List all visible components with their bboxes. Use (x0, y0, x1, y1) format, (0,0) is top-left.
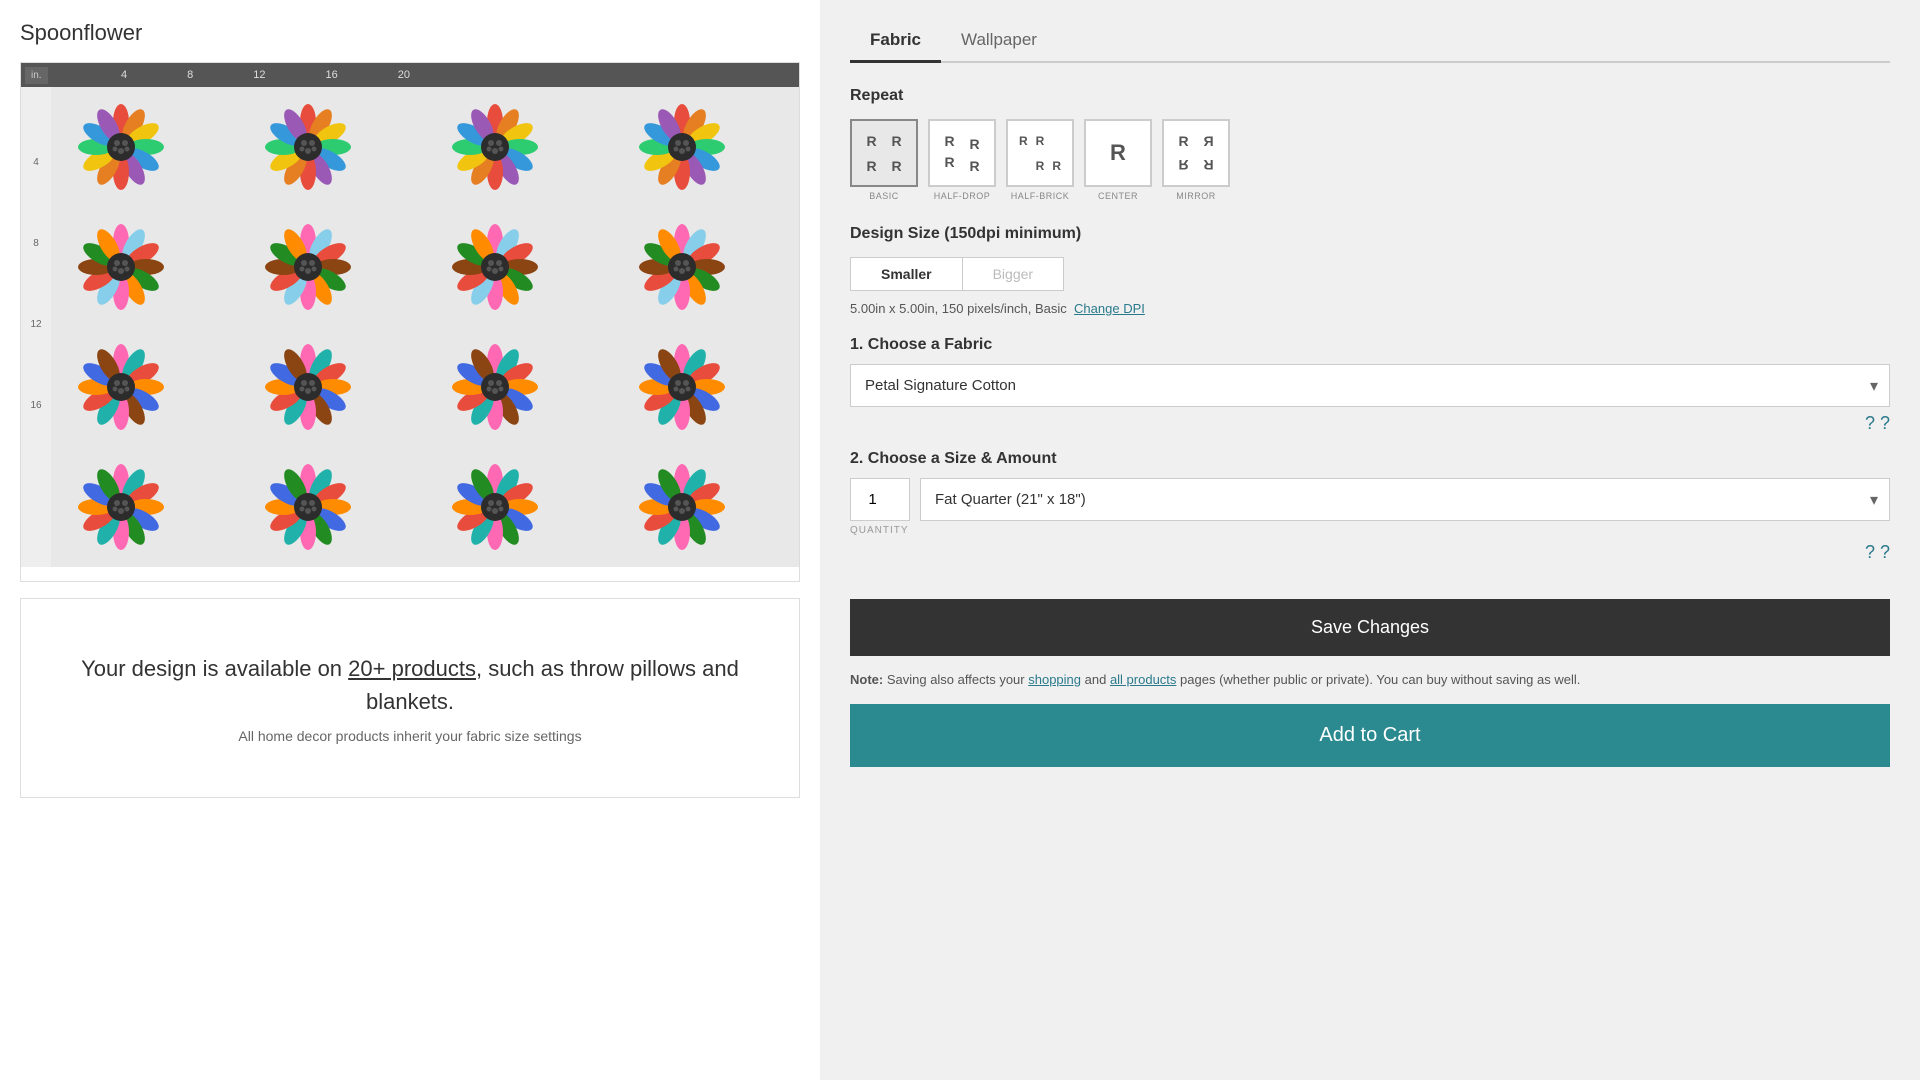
repeat-label-half-brick: HALF-BRICK (1011, 191, 1070, 201)
choose-fabric-section: 1. Choose a Fabric Petal Signature Cotto… (850, 336, 1890, 434)
fabric-cell (425, 327, 565, 447)
repeat-box-half-drop: R R R R (928, 119, 996, 187)
promo-sub-text: All home decor products inherit your fab… (238, 728, 581, 744)
fabric-cell (51, 87, 191, 207)
fabric-dropdown[interactable]: Petal Signature CottonKona CottonLinen C… (850, 364, 1890, 407)
size-buttons: Smaller Bigger (850, 257, 1890, 291)
repeat-label-center: CENTER (1098, 191, 1138, 201)
help-icon-1[interactable]: ? (1865, 413, 1875, 433)
shopping-link[interactable]: shopping (1028, 672, 1081, 687)
qty-size-row: Fat Quarter (21" x 18")1 Yard2 Yards3 Ya… (850, 478, 1890, 521)
fabric-grid (51, 87, 799, 567)
fabric-help-icons: ? ? (850, 413, 1890, 434)
fabric-cell (612, 87, 752, 207)
fabric-cell (238, 87, 378, 207)
ruler-left: 4 8 12 16 (21, 87, 51, 567)
fabric-cell (612, 207, 752, 327)
repeat-option-center[interactable]: R CENTER (1084, 119, 1152, 201)
all-products-link[interactable]: all products (1110, 672, 1176, 687)
ruler-top: in. 4 8 12 16 20 (21, 63, 799, 87)
size-dropdown[interactable]: Fat Quarter (21" x 18")1 Yard2 Yards3 Ya… (920, 478, 1890, 521)
add-to-cart-button[interactable]: Add to Cart (850, 704, 1890, 767)
repeat-label-mirror: MIRROR (1176, 191, 1216, 201)
right-panel: Fabric Wallpaper Repeat RRRR BASIC R R R… (820, 0, 1920, 1080)
fabric-cell (51, 447, 191, 567)
repeat-option-half-drop[interactable]: R R R R HALF-DROP (928, 119, 996, 201)
choose-fabric-title: 1. Choose a Fabric (850, 336, 1890, 354)
tab-fabric[interactable]: Fabric (850, 20, 941, 63)
choose-size-title: 2. Choose a Size & Amount (850, 450, 1890, 468)
repeat-option-basic[interactable]: RRRR BASIC (850, 119, 918, 201)
size-help-icon-2[interactable]: ? (1880, 542, 1890, 562)
tabs-container: Fabric Wallpaper (850, 20, 1890, 63)
promo-section: Your design is available on 20+ products… (20, 598, 800, 798)
products-link[interactable]: 20+ products (348, 656, 476, 681)
tab-wallpaper[interactable]: Wallpaper (941, 20, 1057, 63)
quantity-input[interactable] (850, 478, 910, 521)
repeat-box-half-brick: R R R R (1006, 119, 1074, 187)
canvas-content: 4 8 12 16 (21, 87, 799, 567)
design-size-section: Design Size (150dpi minimum) Smaller Big… (850, 225, 1890, 316)
fabric-cell (612, 327, 752, 447)
save-changes-button[interactable]: Save Changes (850, 599, 1890, 656)
fabric-preview-canvas: in. 4 8 12 16 20 4 8 12 16 (20, 62, 800, 582)
repeat-label-basic: BASIC (869, 191, 899, 201)
fabric-cell (238, 327, 378, 447)
choose-size-section: 2. Choose a Size & Amount Fat Quarter (2… (850, 450, 1890, 563)
size-help-icon-1[interactable]: ? (1865, 542, 1875, 562)
repeat-section: Repeat RRRR BASIC R R R R HALF-DROP (850, 87, 1890, 201)
note-text: Note: Saving also affects your shopping … (850, 670, 1890, 690)
repeat-box-mirror: R R R R (1162, 119, 1230, 187)
repeat-options: RRRR BASIC R R R R HALF-DROP (850, 119, 1890, 201)
size-help-icons: ? ? (850, 542, 1890, 563)
size-dropdown-wrapper: Fat Quarter (21" x 18")1 Yard2 Yards3 Ya… (920, 478, 1890, 521)
repeat-option-half-brick[interactable]: R R R R HALF-BRICK (1006, 119, 1074, 201)
smaller-button[interactable]: Smaller (850, 257, 962, 291)
fabric-cell (612, 447, 752, 567)
bigger-button[interactable]: Bigger (962, 257, 1064, 291)
fabric-cell (425, 207, 565, 327)
fabric-cell (425, 447, 565, 567)
quantity-label: QUANTITY (850, 525, 1890, 536)
fabric-cell (51, 207, 191, 327)
repeat-title: Repeat (850, 87, 1890, 105)
ruler-top-numbers: 4 8 12 16 20 (61, 69, 410, 81)
change-dpi-link[interactable]: Change DPI (1074, 301, 1145, 316)
fabric-dropdown-wrapper: Petal Signature CottonKona CottonLinen C… (850, 364, 1890, 407)
repeat-option-mirror[interactable]: R R R R MIRROR (1162, 119, 1230, 201)
size-info: 5.00in x 5.00in, 150 pixels/inch, Basic … (850, 301, 1890, 316)
promo-main-text: Your design is available on 20+ products… (41, 652, 779, 718)
design-size-title: Design Size (150dpi minimum) (850, 225, 1890, 243)
repeat-box-basic: RRRR (850, 119, 918, 187)
ruler-unit-label: in. (25, 67, 48, 84)
fabric-cell (425, 87, 565, 207)
repeat-box-center: R (1084, 119, 1152, 187)
fabric-cell (238, 447, 378, 567)
fabric-cell (238, 207, 378, 327)
help-icon-2[interactable]: ? (1880, 413, 1890, 433)
repeat-label-half-drop: HALF-DROP (934, 191, 991, 201)
brand-name: Spoonflower (20, 20, 800, 46)
fabric-cell (51, 327, 191, 447)
